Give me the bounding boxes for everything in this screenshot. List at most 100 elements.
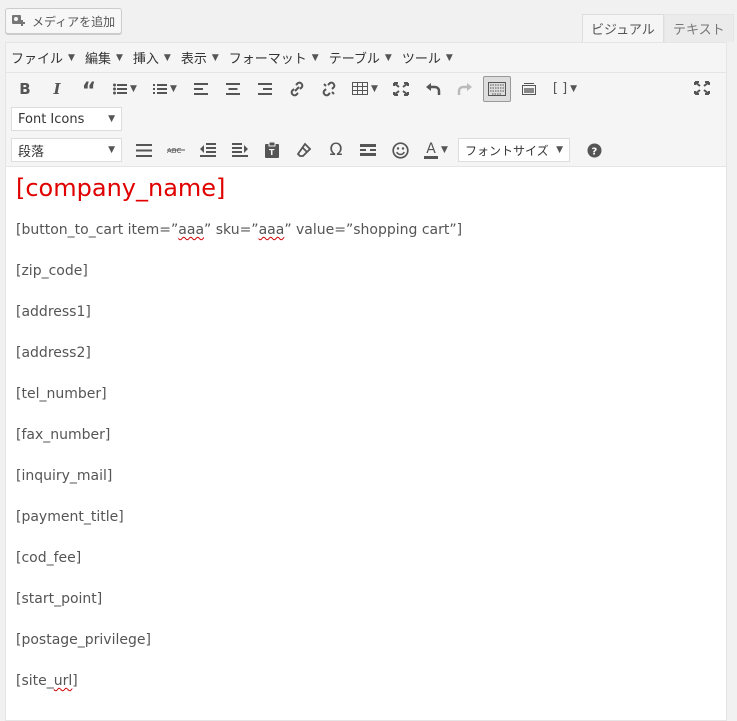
chevron-down-icon: ▼ (130, 83, 137, 94)
outdent-icon (200, 143, 216, 157)
cart-line-mid: ” sku=” (204, 222, 259, 238)
menu-format[interactable]: フォーマット ▼ (229, 48, 319, 67)
shortcode-line: [payment_title] (16, 509, 124, 525)
chevron-down-icon: ▼ (68, 52, 75, 63)
site-url-suffix: ] (72, 673, 78, 689)
cart-line-suffix: ” value=”shopping cart”] (284, 222, 463, 238)
redo-button[interactable] (451, 76, 479, 102)
paragraph-format-select[interactable]: 段落 ▼ (11, 138, 122, 162)
menu-view-label: 表示 (180, 52, 207, 67)
eraser-icon (296, 142, 312, 157)
menu-insert-label: 挿入 (132, 52, 159, 67)
smiley-icon (391, 141, 409, 159)
chevron-down-icon: ▼ (384, 52, 392, 63)
fullscreen-icon (694, 81, 710, 95)
shortcode-line: [fax_number] (16, 427, 111, 443)
expand-icon (393, 81, 409, 96)
undo-button[interactable] (419, 76, 447, 102)
tab-text[interactable]: テキスト (664, 14, 734, 42)
fullscreen-distraction-free-button[interactable] (387, 76, 415, 102)
italic-button[interactable]: I (43, 76, 71, 102)
menu-file[interactable]: ファイル ▼ (11, 48, 75, 67)
shortcode-line: [postage_privilege] (16, 632, 151, 648)
menu-tools[interactable]: ツール ▼ (402, 48, 453, 67)
font-icons-label: Font Icons (18, 111, 85, 127)
read-more-icon (360, 144, 376, 156)
font-icons-select[interactable]: Font Icons ▼ (11, 107, 122, 131)
add-media-button[interactable]: メディアを追加 (5, 8, 123, 34)
svg-text:ABC: ABC (167, 147, 181, 155)
chevron-down-icon: ▼ (371, 83, 378, 94)
emoticons-button[interactable] (386, 137, 414, 163)
justify-icon (136, 143, 152, 157)
unlink-icon (322, 81, 336, 96)
bold-icon: B (19, 79, 31, 98)
blockquote-button[interactable]: “ (75, 76, 103, 102)
menu-table[interactable]: テーブル ▼ (329, 48, 392, 67)
chevron-down-icon: ▼ (108, 145, 115, 155)
indent-button[interactable] (226, 137, 254, 163)
menubar: ファイル ▼ 編集 ▼ 挿入 ▼ 表示 ▼ フォーマット ▼ テーブル ▼ ツール ▼ (6, 43, 726, 73)
chevron-down-icon: ▼ (163, 52, 171, 63)
numbered-list-button[interactable]: ▼ (147, 76, 183, 102)
tab-visual[interactable]: ビジュアル (582, 14, 664, 42)
align-right-button[interactable] (251, 76, 279, 102)
menu-table-label: テーブル (328, 52, 380, 67)
table-button[interactable]: ▼ (347, 76, 383, 102)
clear-formatting-button[interactable] (290, 137, 318, 163)
numbered-list-icon (153, 83, 168, 94)
insert-link-button[interactable] (283, 76, 311, 102)
chevron-down-icon: ▼ (570, 83, 578, 94)
outdent-button[interactable] (194, 137, 222, 163)
chevron-down-icon: ▼ (115, 52, 123, 63)
insert-embed-button[interactable] (515, 76, 543, 102)
toolbar: B I “ ▼ ▼ ▼ [] ▼ Font Icons ▼ 段落 ▼ ABC … (6, 73, 726, 167)
media-icon (10, 12, 28, 30)
menu-tools-label: ツール (401, 52, 441, 67)
menu-insert[interactable]: 挿入 ▼ (133, 48, 171, 67)
omega-icon: Ω (329, 140, 343, 160)
align-center-button[interactable] (219, 76, 247, 102)
toolbar-row-1: B I “ ▼ ▼ ▼ [] ▼ (6, 73, 726, 104)
font-size-select[interactable]: フォントサイズ ▼ (458, 138, 570, 162)
bold-button[interactable]: B (11, 76, 39, 102)
text-color-button[interactable]: A ▼ (418, 137, 454, 163)
justify-button[interactable] (130, 137, 158, 163)
align-left-button[interactable] (187, 76, 215, 102)
toolbar-toggle-button[interactable] (483, 75, 511, 102)
menu-view[interactable]: 表示 ▼ (181, 48, 219, 67)
align-right-icon (258, 82, 272, 95)
shortcode-line: [inquiry_mail] (16, 468, 113, 484)
remove-link-button[interactable] (315, 76, 343, 102)
undo-icon (426, 82, 441, 95)
editor-content-area[interactable]: [company_name] [button_to_cart item=”aaa… (6, 167, 726, 720)
help-button[interactable]: ? (580, 137, 608, 163)
strikethrough-icon: ABC (167, 147, 185, 155)
menu-edit-label: 編集 (84, 52, 111, 67)
chevron-down-icon: ▼ (170, 83, 177, 94)
toolbar-row-2: Font Icons ▼ (6, 104, 726, 134)
link-icon (290, 81, 304, 96)
shortcode-button[interactable]: [ ] ▼ (547, 76, 583, 102)
shortcode-line: [start_point] (16, 591, 103, 607)
site-url-shortcode: [site_url] (16, 671, 716, 692)
editor-header: メディアを追加 ビジュアル テキスト (0, 0, 737, 42)
chevron-down-icon: ▼ (108, 114, 115, 124)
shortcode-line: [address1] (16, 304, 91, 320)
bullet-list-button[interactable]: ▼ (107, 76, 143, 102)
paste-as-text-button[interactable]: T (258, 137, 286, 163)
cart-sku-value: aaa (258, 222, 285, 238)
cart-button-shortcode: [button_to_cart item=”aaa” sku=”aaa” val… (16, 220, 716, 241)
read-more-button[interactable] (354, 137, 382, 163)
clipboard-icon: T (265, 142, 279, 158)
chevron-down-icon: ▼ (211, 52, 219, 63)
fullscreen-button[interactable] (688, 75, 716, 101)
indent-icon (232, 143, 248, 157)
svg-text:T: T (269, 148, 275, 157)
paragraph-format-label: 段落 (18, 144, 45, 160)
menu-edit[interactable]: 編集 ▼ (85, 48, 123, 67)
shortcode-line: [address2] (16, 345, 91, 361)
strikethrough-button[interactable]: ABC (162, 137, 190, 163)
special-character-button[interactable]: Ω (322, 137, 350, 163)
menu-format-label: フォーマット (228, 52, 307, 67)
